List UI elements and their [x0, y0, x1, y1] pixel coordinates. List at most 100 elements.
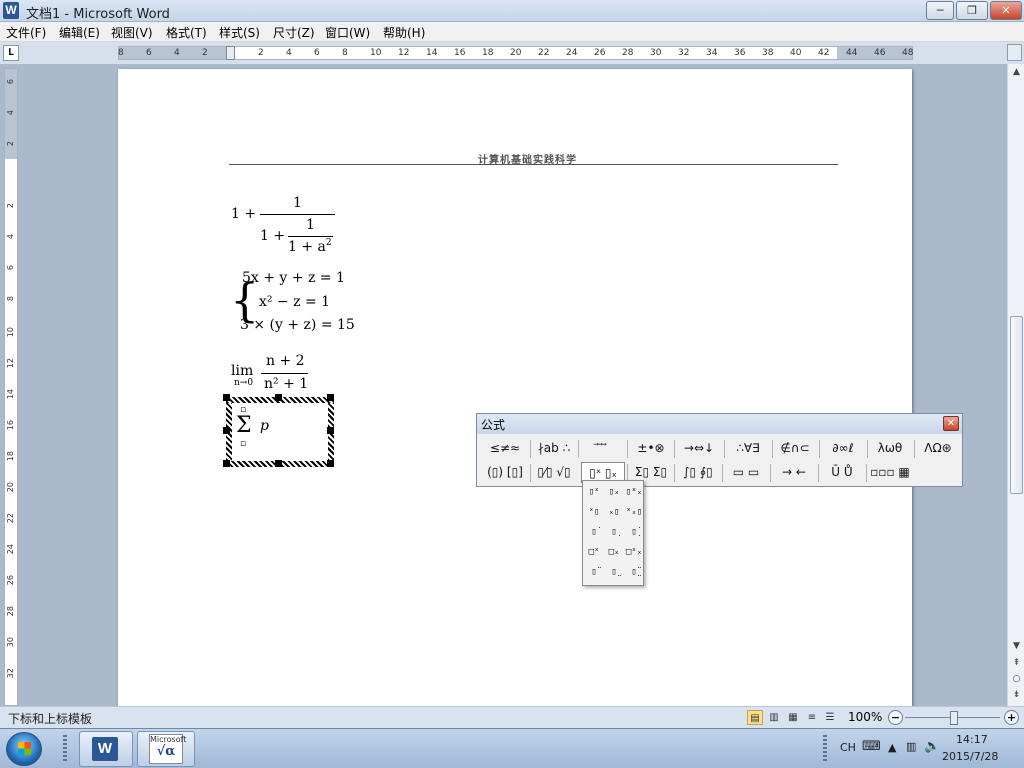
- document-page[interactable]: 计算机基础实践科学 1 + 1 1 + 1 1 + a2 { 5x + y + …: [118, 69, 912, 706]
- template-double-under-dot[interactable]: ▯̤: [605, 563, 623, 581]
- outline-view-icon[interactable]: ≡: [804, 710, 820, 725]
- web-layout-view-icon[interactable]: ▦: [785, 710, 801, 725]
- underbar-overbar-templates-button[interactable]: ▭ ▭: [726, 462, 766, 483]
- subscript-superscript-template-palette[interactable]: ▯ˣ ▯ₓ ▯ˣₓ ˣ▯ ₓ▯ ˣₓ▯ ▯̇ ▯̣ ▯̣̇ □ˣ □ₓ □ˣₓ …: [582, 480, 644, 586]
- taskbar-equation-editor-button[interactable]: Microsoft √α: [137, 731, 195, 767]
- resize-handle-tm[interactable]: [275, 394, 282, 401]
- resize-handle-ml[interactable]: [223, 427, 230, 434]
- products-set-templates-button[interactable]: Ū Ů: [822, 462, 862, 483]
- integral-templates-button[interactable]: ∫▯ ∮▯: [678, 462, 718, 483]
- minimize-button[interactable]: ─: [926, 1, 954, 20]
- template-over-dot[interactable]: ▯̇: [585, 523, 603, 541]
- reading-view-icon[interactable]: ▥: [766, 710, 782, 725]
- volume-icon[interactable]: 🔈: [924, 739, 940, 754]
- eq1-inner-fraction-bar: [288, 236, 333, 237]
- keyboard-icon[interactable]: ⌨: [862, 739, 881, 754]
- template-subscript[interactable]: ▯ₓ: [605, 483, 623, 501]
- menu-view[interactable]: 视图(V): [111, 24, 153, 41]
- fraction-radical-templates-button[interactable]: ▯⁄▯ √▯: [534, 462, 574, 483]
- input-language-indicator[interactable]: CH: [840, 741, 856, 754]
- eq1-sup: 2: [325, 238, 332, 248]
- clock-time[interactable]: 14:17: [956, 733, 988, 746]
- menu-size[interactable]: 尺寸(Z): [273, 24, 315, 41]
- equation-toolbar-titlebar[interactable]: 公式 ✕: [477, 414, 962, 434]
- spaces-ellipses-button[interactable]: ∤ab ∴: [534, 438, 574, 459]
- menu-help[interactable]: 帮助(H): [383, 24, 425, 41]
- close-button[interactable]: ✕: [990, 1, 1022, 20]
- logical-symbols-button[interactable]: ∴∀∃: [728, 438, 768, 459]
- misc-symbols-button[interactable]: ∂∞ℓ: [823, 438, 863, 459]
- resize-handle-bm[interactable]: [275, 460, 282, 467]
- template-box-subscript[interactable]: □ₓ: [605, 543, 623, 561]
- menu-style[interactable]: 样式(S): [219, 24, 260, 41]
- embellishments-button[interactable]: ⃗ ⃗ ⃗: [582, 438, 624, 459]
- template-superscript[interactable]: ▯ˣ: [585, 483, 603, 501]
- vertical-scrollbar[interactable]: ▲ ▼ ⇞ ○ ⇟: [1007, 64, 1024, 706]
- word-app-icon[interactable]: W: [3, 2, 19, 19]
- template-sub-superscript[interactable]: ▯ˣₓ: [625, 483, 643, 501]
- fence-templates-button[interactable]: (▯) [▯]: [483, 462, 527, 483]
- vertical-ruler[interactable]: 6 4 2 2 4 6 8 10 12 14 16 18 20 22 24 26 28 30 32: [4, 68, 18, 706]
- toolbar-separator: [674, 464, 675, 482]
- resize-handle-br[interactable]: [327, 460, 334, 467]
- template-left-subscript[interactable]: ₓ▯: [605, 503, 623, 521]
- template-left-sub-superscript[interactable]: ˣₓ▯: [625, 503, 643, 521]
- restore-button[interactable]: ❐: [956, 1, 988, 20]
- resize-handle-tl[interactable]: [223, 394, 230, 401]
- zoom-out-button[interactable]: −: [888, 710, 903, 725]
- selected-equation-content[interactable]: ▫ Σ p ▫: [232, 403, 328, 461]
- labeled-arrow-templates-button[interactable]: → ←: [774, 462, 814, 483]
- start-button[interactable]: [6, 732, 42, 766]
- zoom-slider-knob[interactable]: [950, 711, 958, 725]
- template-left-superscript[interactable]: ˣ▯: [585, 503, 603, 521]
- horizontal-ruler[interactable]: 8 6 4 2 2 4 6 8 10 12 14 16 18 20 22 24 26 28 30 32 34 36 38 40…: [118, 46, 913, 60]
- zoom-in-button[interactable]: +: [1004, 710, 1019, 725]
- equation-toolbar-close-button[interactable]: ✕: [943, 416, 959, 431]
- toolbar-separator: [722, 464, 723, 482]
- scroll-thumb[interactable]: [1010, 316, 1023, 494]
- show-hidden-icons-icon[interactable]: ▲: [888, 741, 896, 754]
- vruler-tick-label: 22: [6, 513, 15, 524]
- print-layout-view-icon[interactable]: ▤: [747, 710, 763, 725]
- template-double-over-dot[interactable]: ▯̈: [585, 563, 603, 581]
- resize-handle-bl[interactable]: [223, 460, 230, 467]
- eq4-lower-slot[interactable]: ▫: [240, 439, 246, 449]
- clock-date[interactable]: 2015/7/28: [942, 750, 998, 763]
- menu-format[interactable]: 格式(T): [166, 24, 207, 41]
- template-box-superscript[interactable]: □ˣ: [585, 543, 603, 561]
- operator-symbols-button[interactable]: ±•⊗: [631, 438, 671, 459]
- arrow-symbols-button[interactable]: →⇔↓: [677, 438, 721, 459]
- ruler-tick-label: 14: [426, 48, 438, 58]
- matrix-templates-button[interactable]: ▫▫▫ ▦: [869, 462, 911, 483]
- draft-view-icon[interactable]: ☰: [822, 710, 838, 725]
- zoom-level[interactable]: 100%: [848, 710, 882, 724]
- selected-equation-frame[interactable]: ▫ Σ p ▫: [226, 397, 334, 467]
- greek-lowercase-button[interactable]: λωθ: [870, 438, 910, 459]
- template-under-dot[interactable]: ▯̣: [605, 523, 623, 541]
- ruler-tick-label: 36: [734, 48, 746, 58]
- menu-edit[interactable]: 编辑(E): [59, 24, 100, 41]
- resize-handle-tr[interactable]: [327, 394, 334, 401]
- template-double-over-under-dot[interactable]: ▯̤̈: [625, 563, 643, 581]
- tab-selector[interactable]: L: [3, 45, 19, 61]
- relational-symbols-button[interactable]: ≤≠≈: [485, 438, 525, 459]
- left-indent-marker[interactable]: [226, 46, 235, 60]
- template-over-under-dot[interactable]: ▯̣̇: [625, 523, 643, 541]
- scroll-up-arrow[interactable]: ▲: [1010, 66, 1023, 79]
- browse-object-icon[interactable]: ○: [1010, 673, 1023, 686]
- resize-handle-mr[interactable]: [327, 427, 334, 434]
- template-box-sub-superscript[interactable]: □ˣₓ: [625, 543, 643, 561]
- windows-logo-icon: [18, 742, 31, 755]
- scroll-down-arrow[interactable]: ▼: [1010, 640, 1023, 653]
- ruler-tick-label: 2: [202, 48, 208, 58]
- view-ruler-button[interactable]: [1007, 44, 1022, 61]
- set-theory-symbols-button[interactable]: ∉∩⊂: [775, 438, 815, 459]
- taskbar-word-button[interactable]: W: [79, 731, 133, 767]
- prev-page-icon[interactable]: ⇞: [1010, 657, 1023, 670]
- next-page-icon[interactable]: ⇟: [1010, 689, 1023, 702]
- menu-window[interactable]: 窗口(W): [325, 24, 370, 41]
- greek-uppercase-button[interactable]: ΛΩ⊛: [917, 438, 959, 459]
- network-icon[interactable]: ▥: [906, 740, 916, 753]
- equation-toolbar-window[interactable]: 公式 ✕ ≤≠≈ ∤ab ∴ ⃗ ⃗ ⃗ ±•⊗ →⇔↓ ∴∀∃ ∉∩⊂ ∂∞ℓ…: [476, 413, 963, 487]
- menu-file[interactable]: 文件(F): [6, 24, 46, 41]
